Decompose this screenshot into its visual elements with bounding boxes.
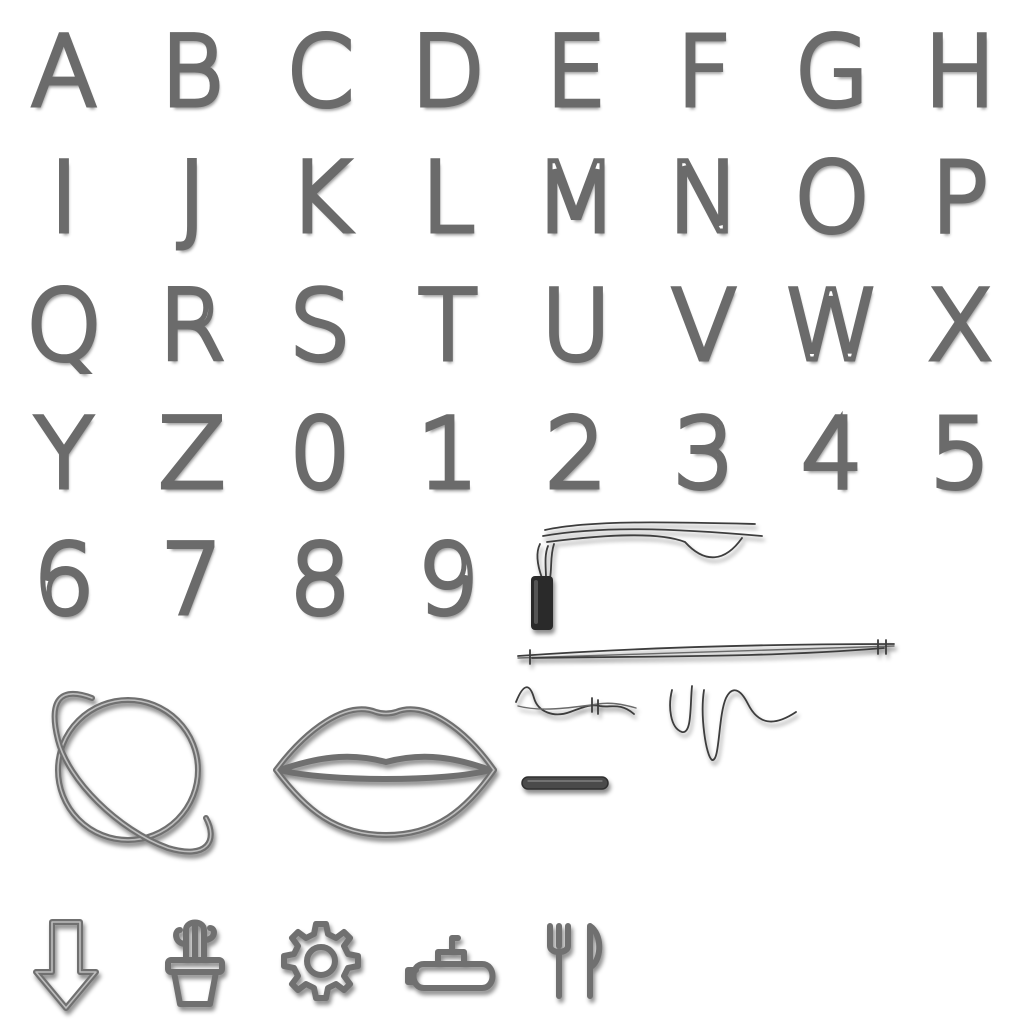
glyph-a: A [29,16,100,128]
glyph-zero: 0 [287,398,353,510]
plug-cable-icon [531,521,763,630]
glyph-six: 6 [31,524,97,636]
glyph-q: Q [24,270,105,382]
glyph-j: J [175,142,208,254]
potted-cactus-icon [165,919,225,1007]
glyph-one: 1 [415,398,481,510]
gear-icon [281,921,361,1001]
lips-icon [273,706,497,838]
glyph-u: U [538,270,613,382]
wire-wave-icon [515,686,637,716]
bar-icon [521,776,609,790]
glyph-c: C [284,16,356,128]
wire-squiggle-icon [669,685,797,761]
glyph-x: X [925,270,996,382]
glyph-f: F [674,16,734,128]
glyph-t: T [416,270,480,382]
submarine-icon [405,935,496,991]
glyph-d: D [409,16,488,128]
glyph-n: N [666,142,743,254]
glyph-s: S [287,270,353,382]
glyph-e: E [543,16,609,128]
glyph-k: K [286,142,354,254]
glyph-b: B [158,16,226,128]
glyph-eight: 8 [287,524,353,636]
wire-straight-icon [517,639,895,665]
glyph-y: Y [32,398,96,510]
glyph-z: Z [157,398,228,510]
glyph-h: H [921,16,998,128]
glyph-o: O [792,142,873,254]
glyph-four: 4 [799,398,865,510]
neon-glyph-sheet: A B C D E F G H I J K L M N O P Q R S T … [0,0,1024,1024]
glyph-three: 3 [671,398,737,510]
glyph-two: 2 [543,398,609,510]
glyph-five: 5 [927,398,993,510]
glyph-i: I [47,142,80,254]
glyph-seven: 7 [159,524,225,636]
glyph-r: R [156,270,228,382]
fork-knife-icon [547,923,603,999]
arrow-down-icon [33,919,99,1011]
glyph-g: G [792,16,871,128]
glyph-m: M [532,142,620,254]
glyph-nine: 9 [415,524,481,636]
glyph-l: L [419,142,477,254]
glyph-p: P [929,142,992,254]
glyph-w: W [782,270,882,382]
planet-icon [51,690,214,855]
glyph-v: V [669,270,740,382]
